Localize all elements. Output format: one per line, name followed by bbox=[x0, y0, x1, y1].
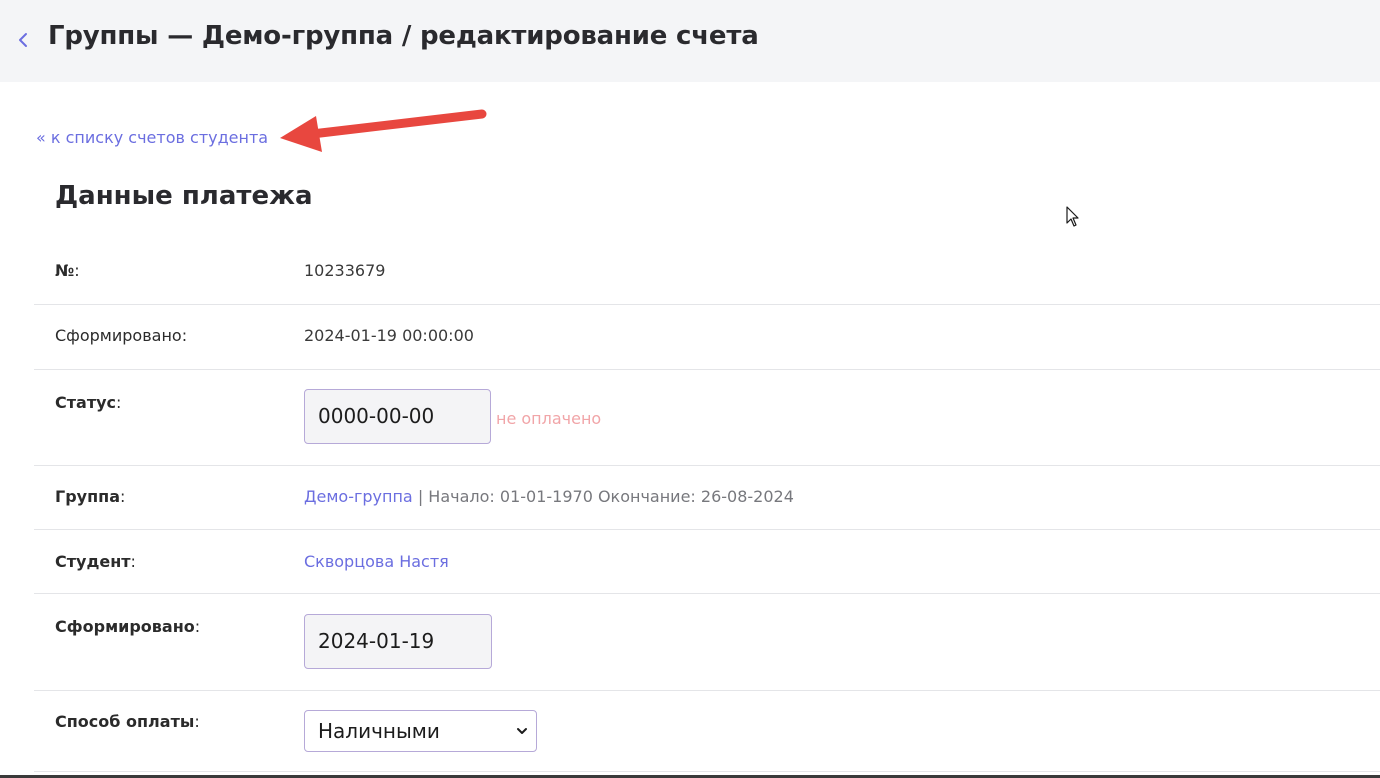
mouse-pointer-icon bbox=[1066, 206, 1079, 227]
number-value: 10233679 bbox=[304, 261, 386, 280]
payment-method-label: Способ оплаты: bbox=[55, 712, 200, 731]
annotation-arrow-icon bbox=[280, 109, 487, 152]
group-dates: Начало: 01-01-1970 Окончание: 26-08-2024 bbox=[428, 487, 794, 506]
field-row-student: Студент: Скворцова Настя bbox=[34, 530, 1380, 594]
number-label: №: bbox=[55, 261, 80, 280]
student-value: Скворцова Настя bbox=[304, 552, 449, 571]
created-label: Сформировано: bbox=[55, 326, 188, 345]
formed-date-input[interactable]: 2024-01-19 bbox=[304, 614, 492, 669]
status-label: Статус: bbox=[55, 393, 122, 412]
status-badge: не оплачено bbox=[496, 409, 602, 428]
header-bar: Группы — Демо-группа / редактирование сч… bbox=[0, 0, 1380, 82]
status-date-input[interactable]: 0000-00-00 bbox=[304, 389, 491, 444]
section-title: Данные платежа bbox=[55, 181, 313, 211]
payment-method-select[interactable]: Наличными bbox=[304, 710, 537, 752]
group-value: Демо-группа | Начало: 01-01-1970 Окончан… bbox=[304, 487, 794, 506]
field-row-payment-method: Способ оплаты: Наличными bbox=[34, 691, 1380, 772]
chevron-down-icon bbox=[517, 728, 527, 734]
field-row-status: Статус: 0000-00-00 не оплачено bbox=[34, 370, 1380, 466]
page-title: Группы — Демо-группа / редактирование сч… bbox=[48, 21, 759, 51]
student-link[interactable]: Скворцова Настя bbox=[304, 552, 449, 571]
group-separator: | bbox=[412, 487, 429, 506]
field-row-group: Группа: Демо-группа | Начало: 01-01-1970… bbox=[34, 466, 1380, 530]
field-row-number: №: 10233679 bbox=[34, 240, 1380, 305]
created-value: 2024-01-19 00:00:00 bbox=[304, 326, 474, 345]
student-label: Студент: bbox=[55, 552, 136, 571]
back-to-invoices-link[interactable]: « к списку счетов студента bbox=[36, 128, 268, 147]
formed-date-label: Сформировано: bbox=[55, 617, 201, 636]
field-row-formed-date: Сформировано: 2024-01-19 bbox=[34, 594, 1380, 691]
chevron-left-icon[interactable] bbox=[16, 26, 32, 54]
payment-method-selected: Наличными bbox=[318, 719, 440, 743]
group-link[interactable]: Демо-группа bbox=[304, 487, 413, 506]
group-label: Группа: bbox=[55, 487, 126, 506]
field-row-created: Сформировано: 2024-01-19 00:00:00 bbox=[34, 305, 1380, 370]
